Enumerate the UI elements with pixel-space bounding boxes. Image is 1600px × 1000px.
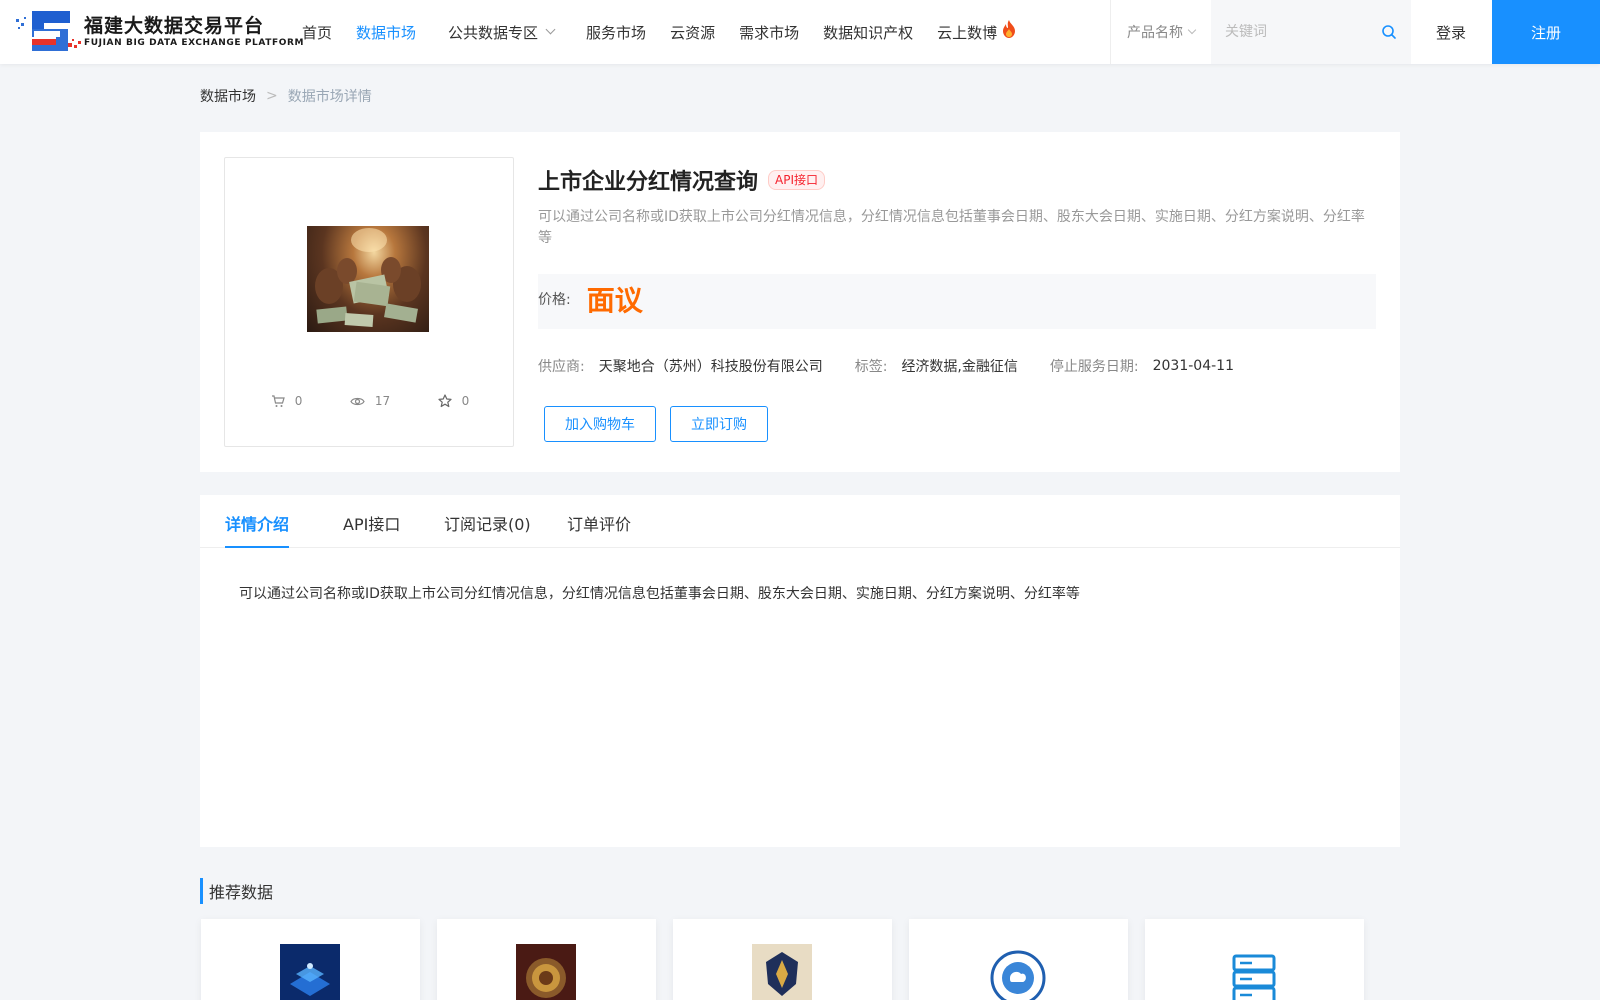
nav-data-market[interactable]: 数据市场 (356, 0, 416, 64)
recommend-image (280, 944, 340, 1000)
recommend-card[interactable] (673, 919, 892, 1000)
logo-title: 福建大数据交易平台 (84, 15, 265, 37)
recommend-card[interactable] (201, 919, 420, 1000)
chevron-down-icon (545, 24, 556, 35)
register-button[interactable]: 注册 (1492, 0, 1600, 64)
nav-cloud-expo-label: 云上数博 (937, 23, 998, 42)
site-logo[interactable]: 福建大数据交易平台 FUJIAN BIG DATA EXCHANGE PLATF… (16, 9, 304, 55)
logo-subtitle: FUJIAN BIG DATA EXCHANGE PLATFORM (84, 38, 305, 48)
subscribe-button[interactable]: 立即订购 (670, 406, 768, 442)
stat-views-count: 17 (374, 394, 391, 408)
recommend-title: 推荐数据 (200, 878, 273, 904)
breadcrumb-data-market[interactable]: 数据市场 (200, 86, 256, 106)
server-icon (1232, 954, 1276, 1000)
price-value: 面议 (586, 283, 643, 317)
recommend-card[interactable] (437, 919, 656, 1000)
detail-tabs: 详情介绍 API接口 订阅记录(0) 订单评价 (200, 495, 1400, 548)
search-input[interactable] (1225, 24, 1375, 40)
tab-api[interactable]: API接口 (343, 511, 400, 548)
search-box (1211, 0, 1411, 64)
nav-home[interactable]: 首页 (302, 0, 332, 64)
fire-icon (1003, 20, 1016, 38)
main-nav: 首页 数据市场 公共数据专区 服务市场 云资源 需求市场 数据知识产权 云上数博 (302, 0, 1017, 64)
stat-favorites-count: 0 (461, 394, 470, 408)
tags-label: 标签: (854, 359, 888, 375)
eye-icon (350, 397, 365, 405)
search-type-select[interactable]: 产品名称 (1111, 0, 1211, 64)
stop-date-value: 2031-04-11 (1152, 358, 1234, 374)
search-area: 产品名称 (1110, 0, 1411, 64)
product-meta: 供应商: 天聚地合（苏州）科技股份有限公司 标签: 经济数据,金融征信 停止服务… (538, 356, 1234, 376)
add-to-cart-button[interactable]: 加入购物车 (544, 406, 656, 442)
nav-cloud-expo[interactable]: 云上数博 (937, 0, 1017, 64)
stat-cart: 0 (271, 394, 303, 408)
logo-mark-icon (16, 9, 82, 55)
api-badge: API接口 (768, 170, 826, 190)
supplier-label: 供应商: (538, 359, 585, 375)
breadcrumb: 数据市场 > 数据市场详情 (200, 86, 372, 106)
tab-detail[interactable]: 详情介绍 (225, 511, 290, 548)
recommend-image (752, 944, 812, 1000)
recommend-card[interactable] (909, 919, 1128, 1000)
stat-views: 17 (350, 394, 390, 408)
price-row: 价格: 面议 (538, 274, 1376, 329)
nav-public-data[interactable]: 公共数据专区 (448, 0, 556, 64)
recommend-image (516, 944, 576, 1000)
tab-reviews[interactable]: 订单评价 (567, 511, 631, 548)
nav-service-market[interactable]: 服务市场 (586, 0, 646, 64)
nav-data-ip[interactable]: 数据知识产权 (823, 0, 913, 64)
product-title: 上市企业分红情况查询 (538, 170, 759, 195)
search-type-label: 产品名称 (1127, 25, 1183, 41)
stop-date-label: 停止服务日期: (1049, 359, 1139, 375)
price-label: 价格: (538, 291, 571, 308)
action-buttons: 加入购物车 立即订购 (544, 406, 768, 442)
star-icon[interactable] (437, 394, 452, 408)
search-icon[interactable] (1381, 24, 1397, 40)
product-title-row: 上市企业分红情况查询 API接口 (538, 164, 826, 196)
product-image-box: 0 17 0 (224, 157, 514, 447)
chevron-down-icon (1187, 25, 1197, 34)
nav-demand-market[interactable]: 需求市场 (739, 0, 799, 64)
login-button[interactable]: 登录 (1410, 0, 1492, 64)
tags-value: 经济数据,金融征信 (901, 359, 1018, 375)
cart-icon (271, 394, 285, 407)
breadcrumb-current: 数据市场详情 (287, 89, 372, 105)
product-stats: 0 17 0 (225, 394, 515, 408)
nav-cloud-resources[interactable]: 云资源 (670, 0, 715, 64)
recommend-card[interactable] (1145, 919, 1364, 1000)
detail-description: 可以通过公司名称或ID获取上市公司分红情况信息，分红情况信息包括董事会日期、股东… (239, 586, 1080, 602)
recommend-image (990, 950, 1046, 1000)
product-image (307, 226, 429, 332)
supplier-value: 天聚地合（苏州）科技股份有限公司 (598, 359, 823, 375)
detail-card: 详情介绍 API接口 订阅记录(0) 订单评价 可以通过公司名称或ID获取上市公… (200, 495, 1400, 847)
tab-subscriptions[interactable]: 订阅记录(0) (444, 511, 531, 548)
product-summary-card: 0 17 0 上市企业分红情况查询 API接口 可以通过公司名称或ID获取上市公… (200, 132, 1400, 472)
nav-public-data-label: 公共数据专区 (448, 23, 539, 42)
top-header: 福建大数据交易平台 FUJIAN BIG DATA EXCHANGE PLATF… (0, 0, 1600, 64)
breadcrumb-separator: > (266, 88, 278, 104)
product-description: 可以通过公司名称或ID获取上市公司分红情况信息，分红情况信息包括董事会日期、股东… (538, 209, 1365, 246)
stat-favorites[interactable]: 0 (437, 394, 470, 408)
stat-cart-count: 0 (294, 394, 303, 408)
